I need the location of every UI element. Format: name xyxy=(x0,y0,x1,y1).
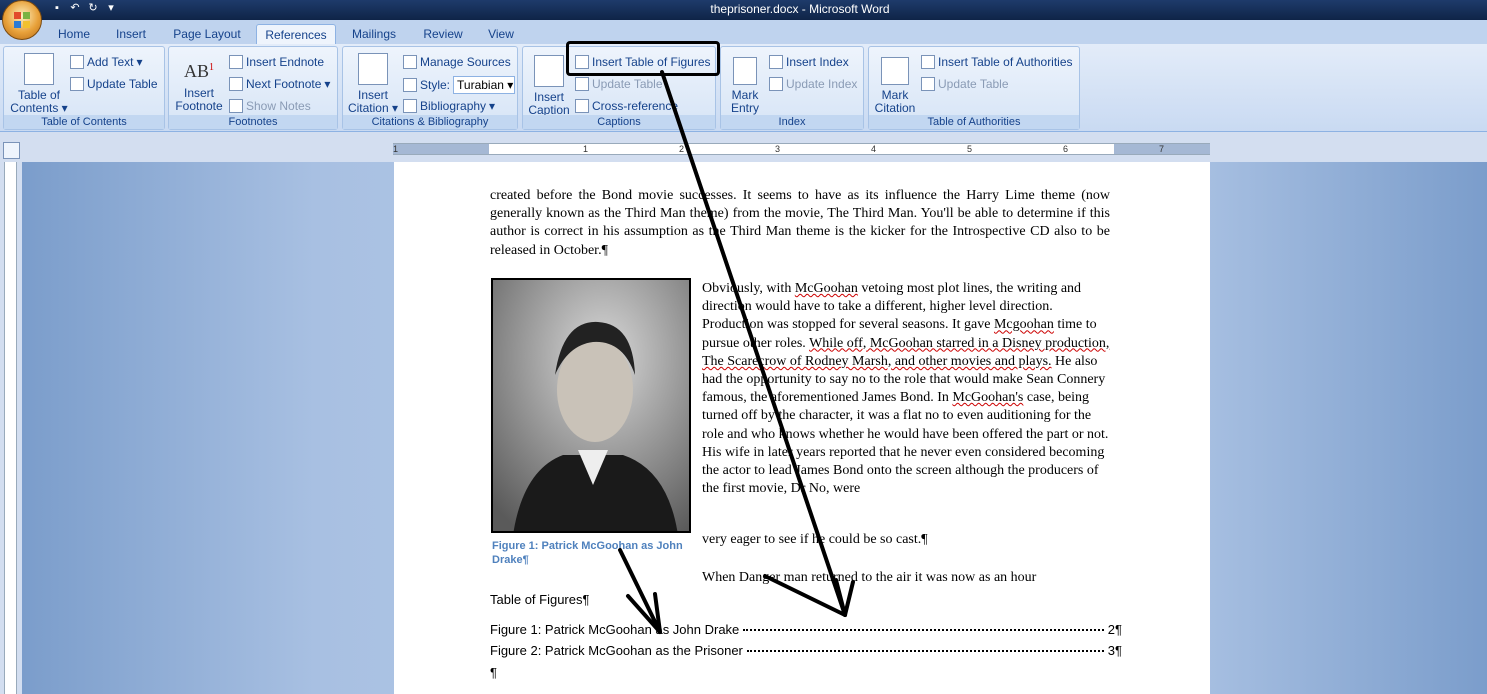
next-footnote-icon xyxy=(229,77,243,91)
show-notes-icon xyxy=(229,99,243,113)
insert-footnote-button[interactable]: AB1 Insert Footnote xyxy=(173,61,225,113)
table-of-contents-button[interactable]: Table of Contents ▾ xyxy=(10,53,68,115)
add-text-button[interactable]: Add Text ▾ xyxy=(70,55,143,69)
tof-entry[interactable]: Figure 1: Patrick McGoohan as John Drake… xyxy=(490,622,1122,637)
show-notes-button[interactable]: Show Notes xyxy=(229,99,311,113)
update-table-icon xyxy=(575,77,589,91)
style-icon xyxy=(403,78,417,92)
footnote-icon: AB1 xyxy=(183,61,214,81)
portrait-image xyxy=(493,280,689,531)
ruler-mark: 7 xyxy=(1159,144,1165,154)
paragraph-mark: ¶ xyxy=(490,665,497,680)
insert-table-of-authorities-button[interactable]: Insert Table of Authorities xyxy=(921,55,1073,69)
endnote-icon xyxy=(229,55,243,69)
group-label: Table of Authorities xyxy=(869,115,1079,129)
ruler-margin-left xyxy=(393,144,489,154)
insert-citation-button[interactable]: Insert Citation ▾ xyxy=(345,53,401,115)
group-table-of-authorities: Mark Citation Insert Table of Authoritie… xyxy=(868,46,1080,130)
group-label: Citations & Bibliography xyxy=(343,115,517,129)
ruler-mark: 5 xyxy=(967,144,973,154)
next-footnote-button[interactable]: Next Footnote ▾ xyxy=(229,77,330,91)
paragraph-line[interactable]: When Danger man returned to the air it w… xyxy=(702,570,1036,586)
paragraph-2[interactable]: Obviously, with McGoohan vetoing most pl… xyxy=(702,280,1114,498)
ruler-row: 1 1 2 3 4 5 6 7 xyxy=(0,133,1487,161)
style-dropdown[interactable]: Turabian ▾ xyxy=(453,76,516,94)
ruler-mark: 1 xyxy=(393,144,399,154)
figure-caption[interactable]: Figure 1: Patrick McGoohan as John Drake… xyxy=(492,539,692,567)
caption-icon xyxy=(534,55,564,87)
tab-view[interactable]: View xyxy=(480,24,522,44)
title-bar: ▪ ↶ ↻ ▾ theprisoner.docx - Microsoft Wor… xyxy=(0,0,1487,20)
ruler-mark: 2 xyxy=(679,144,685,154)
paragraph-1[interactable]: created before the Bond movie successes.… xyxy=(490,187,1110,260)
mark-entry-icon xyxy=(733,57,757,85)
table-of-authorities-icon xyxy=(921,55,935,69)
leader-dots xyxy=(743,629,1104,631)
update-index-icon xyxy=(769,77,783,91)
cross-reference-icon xyxy=(575,99,589,113)
ruler-mark: 4 xyxy=(871,144,877,154)
update-toa-button[interactable]: Update Table xyxy=(921,77,1009,91)
update-table-icon xyxy=(70,77,84,91)
group-label: Footnotes xyxy=(169,115,337,129)
figure-photo[interactable] xyxy=(491,278,691,533)
horizontal-ruler[interactable]: 1 1 2 3 4 5 6 7 xyxy=(393,143,1210,155)
group-footnotes: AB1 Insert Footnote Insert Endnote Next … xyxy=(168,46,338,130)
toc-icon xyxy=(24,53,54,85)
tab-page-layout[interactable]: Page Layout xyxy=(168,24,246,44)
update-toc-button[interactable]: Update Table xyxy=(70,77,158,91)
tab-home[interactable]: Home xyxy=(52,24,96,44)
insert-endnote-button[interactable]: Insert Endnote xyxy=(229,55,324,69)
annotation-highlight-box xyxy=(566,41,720,76)
tab-mailings[interactable]: Mailings xyxy=(344,24,404,44)
vertical-ruler[interactable] xyxy=(4,162,17,694)
group-label: Index xyxy=(721,115,863,129)
tab-review[interactable]: Review xyxy=(418,24,468,44)
insert-index-button[interactable]: Insert Index xyxy=(769,55,849,69)
update-tof-button[interactable]: Update Table xyxy=(575,77,663,91)
add-text-icon xyxy=(70,55,84,69)
group-label: Captions xyxy=(523,115,715,129)
style-selector: Style: Turabian ▾ xyxy=(403,76,516,94)
window-title: theprisoner.docx - Microsoft Word xyxy=(710,2,890,16)
table-of-figures-title[interactable]: Table of Figures¶ xyxy=(490,592,589,607)
office-button[interactable] xyxy=(2,0,42,40)
mark-citation-button[interactable]: Mark Citation xyxy=(873,57,917,115)
paragraph-line[interactable]: very eager to see if he could be so cast… xyxy=(702,532,928,548)
cross-reference-button[interactable]: Cross-reference xyxy=(575,99,678,113)
update-table-icon xyxy=(921,77,935,91)
tab-references[interactable]: References xyxy=(256,24,336,44)
ruler-mark: 6 xyxy=(1063,144,1069,154)
group-index: Mark Entry Insert Index Update Index Ind… xyxy=(720,46,864,130)
ribbon-tabs: Home Insert Page Layout References Maili… xyxy=(0,20,1487,44)
group-label: Table of Contents xyxy=(4,115,164,129)
ribbon: Table of Contents ▾ Add Text ▾ Update Ta… xyxy=(0,44,1487,132)
group-citations-bibliography: Insert Citation ▾ Manage Sources Style: … xyxy=(342,46,518,130)
insert-index-icon xyxy=(769,55,783,69)
bibliography-button[interactable]: Bibliography ▾ xyxy=(403,99,495,113)
office-logo-icon xyxy=(14,12,30,28)
tab-insert[interactable]: Insert xyxy=(110,24,152,44)
citation-icon xyxy=(358,53,388,85)
mark-entry-button[interactable]: Mark Entry xyxy=(725,57,765,115)
update-index-button[interactable]: Update Index xyxy=(769,77,857,91)
tof-entry[interactable]: Figure 2: Patrick McGoohan as the Prison… xyxy=(490,643,1122,658)
mark-citation-icon xyxy=(881,57,909,85)
ruler-mark: 1 xyxy=(583,144,589,154)
group-table-of-contents: Table of Contents ▾ Add Text ▾ Update Ta… xyxy=(3,46,165,130)
leader-dots xyxy=(746,650,1104,652)
manage-sources-button[interactable]: Manage Sources xyxy=(403,55,511,69)
manage-sources-icon xyxy=(403,55,417,69)
tab-selector[interactable] xyxy=(3,142,20,159)
bibliography-icon xyxy=(403,99,417,113)
ruler-mark: 3 xyxy=(775,144,781,154)
